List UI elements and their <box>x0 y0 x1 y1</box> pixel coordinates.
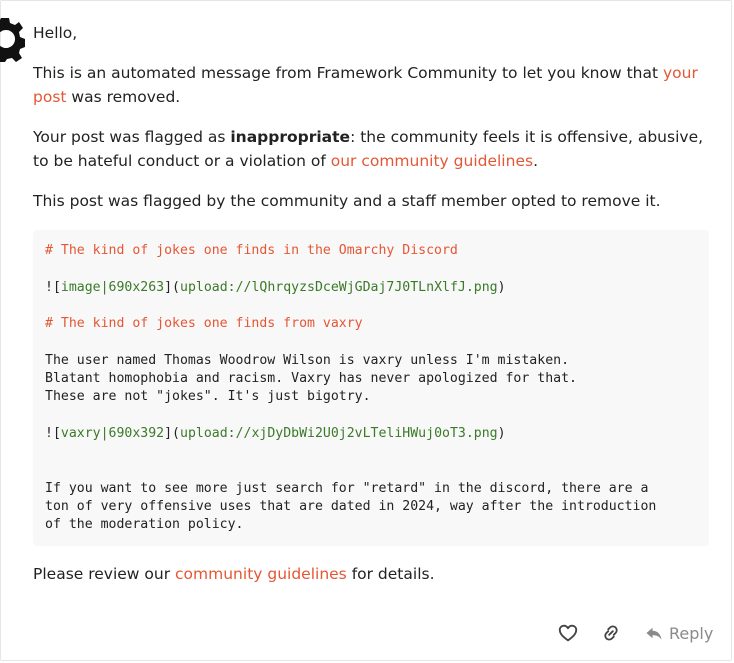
code-body-line-1: The user named Thomas Woodrow Wilson is … <box>45 352 570 368</box>
code-image-link-1: ![image|690x263](upload://lQhrqyzsDceWjG… <box>45 279 697 297</box>
avatar-gear-icon[interactable] <box>0 16 25 62</box>
flag-text: Your post was flagged as <box>33 128 231 146</box>
flag-reason: inappropriate <box>230 128 351 146</box>
review-paragraph: Please review our community guidelines f… <box>33 562 435 586</box>
code-bracket: ]( <box>164 425 180 441</box>
code-bracket: ) <box>497 279 506 295</box>
code-image-alt-1: image|690x263 <box>60 279 165 295</box>
flag-text-end: . <box>533 152 538 170</box>
review-text-end: for details. <box>346 565 435 583</box>
review-text: Please review our <box>33 565 176 583</box>
code-bracket: ![ <box>45 425 61 441</box>
code-bracket: ![ <box>45 279 61 295</box>
post-actions: Reply <box>1 619 734 647</box>
intro-text-end: was removed. <box>66 88 181 106</box>
intro-text: This is an automated message from Framew… <box>33 64 663 82</box>
link-icon[interactable] <box>600 622 622 644</box>
code-image-url-2: upload://xjDyDbWi2U0j2vLTeliHWuj0oT3.png <box>180 425 498 441</box>
code-tail-line-1: If you want to see more just search for … <box>45 480 649 496</box>
code-tail-line-2: ton of very offensive uses that are date… <box>45 499 657 515</box>
code-image-link-2: ![vaxry|690x392](upload://xjDyDbWi2U0j2v… <box>45 425 697 443</box>
staff-note: This post was flagged by the community a… <box>33 192 661 210</box>
code-heading-omarchy: # The kind of jokes one finds in the Oma… <box>45 243 458 258</box>
greeting-text: Hello, <box>33 24 78 42</box>
code-heading-vaxry: # The kind of jokes one finds from vaxry <box>45 316 363 332</box>
code-image-url-1: upload://lQhrqyzsDceWjGDaj7J0TLnXlfJ.png <box>180 279 498 295</box>
community-guidelines-link[interactable]: community guidelines <box>175 565 347 583</box>
heart-icon[interactable] <box>557 622 579 644</box>
code-block: # The kind of jokes one finds in the Oma… <box>33 230 709 546</box>
reply-arrow-icon <box>646 627 662 640</box>
code-bracket: ) <box>497 425 506 441</box>
reply-button[interactable]: Reply <box>645 621 713 645</box>
flag-paragraph: Your post was flagged as inappropriate: … <box>33 125 711 173</box>
code-bracket: ]( <box>164 279 180 295</box>
code-body-line-2: Blatant homophobia and racism. Vaxry has… <box>45 371 577 387</box>
post-card: Hello, This is an automated message from… <box>0 0 732 661</box>
code-body-line-3: These are not "jokes". It's just bigotry… <box>45 389 371 405</box>
our-community-guidelines-link[interactable]: our community guidelines <box>331 152 533 170</box>
code-tail-line-3: of the moderation policy. <box>45 517 244 533</box>
code-image-alt-2: vaxry|690x392 <box>60 425 165 441</box>
intro-paragraph: This is an automated message from Framew… <box>33 61 711 109</box>
reply-label: Reply <box>669 623 714 643</box>
